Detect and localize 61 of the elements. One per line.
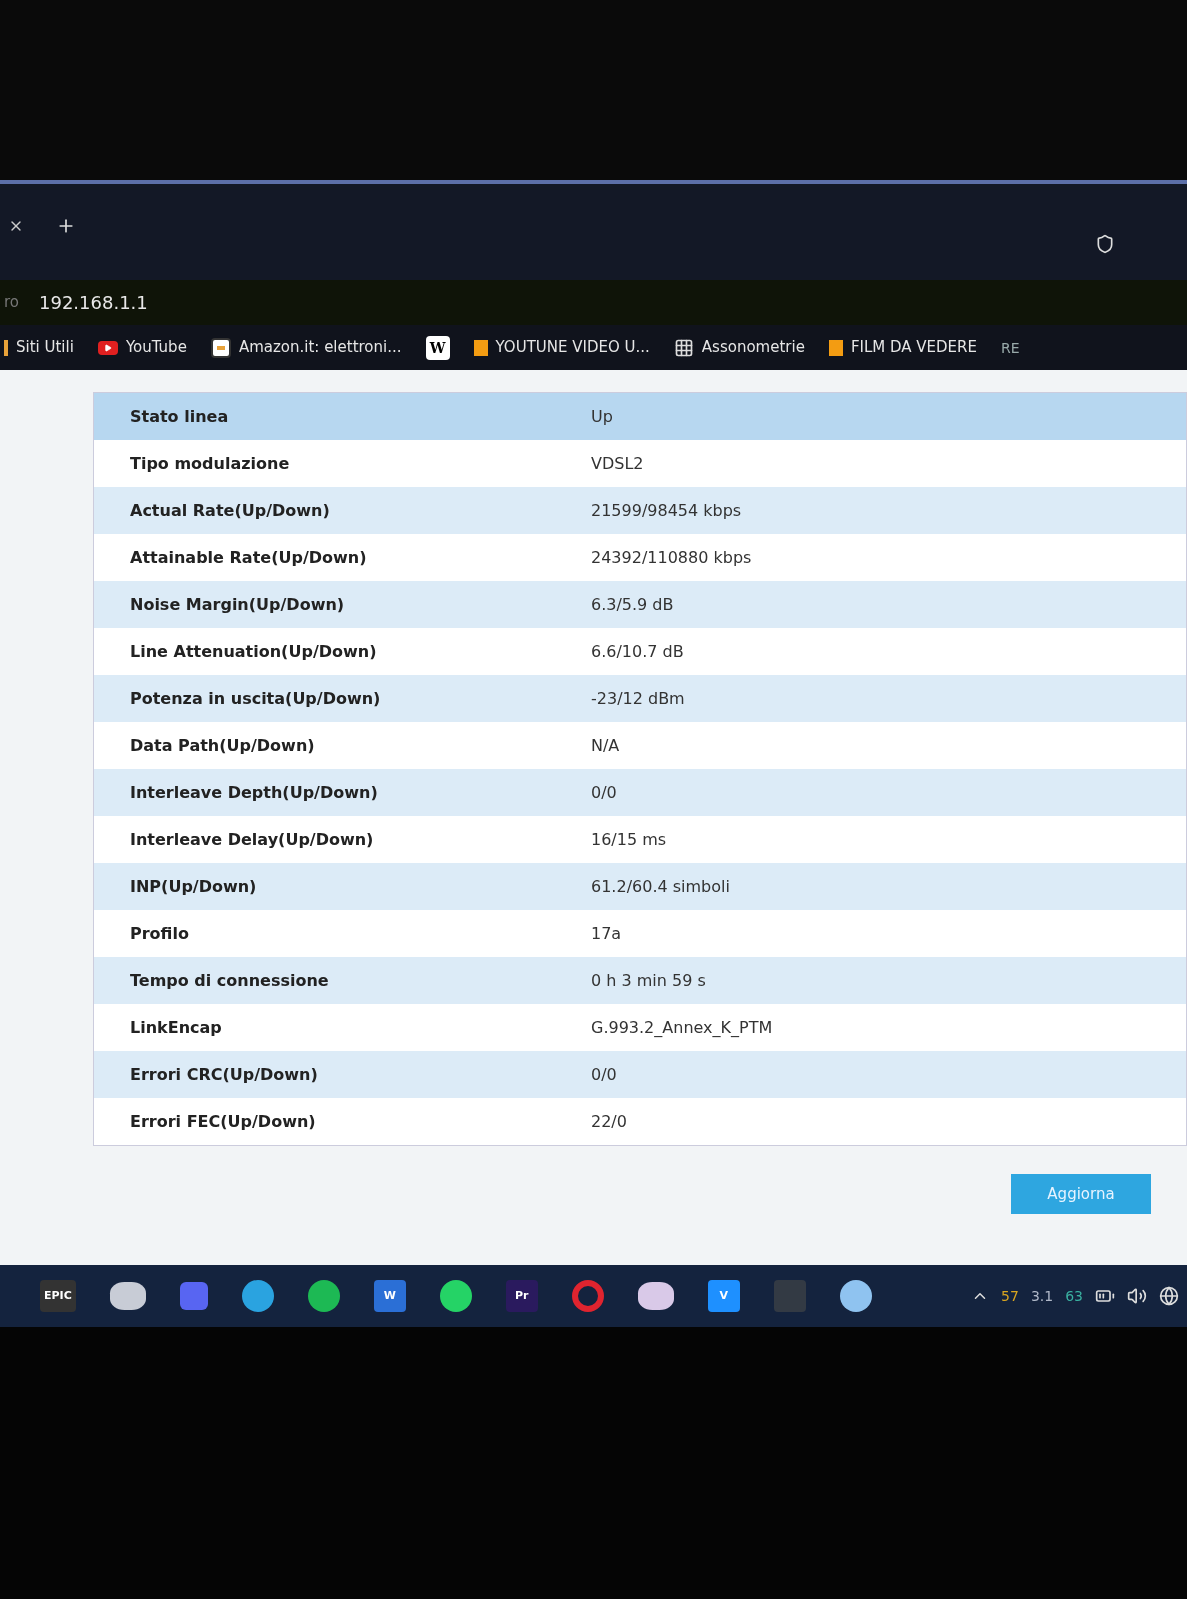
bookmark-link[interactable]: YouTube: [125, 336, 187, 359]
row-value: G.993.2_Annex_K_PTM: [591, 1016, 773, 1039]
app-icon[interactable]: [637, 1282, 674, 1310]
page-icon: [473, 339, 488, 356]
app-icon[interactable]: [439, 1280, 472, 1312]
row-value: 0 h 3 min 59 s: [591, 969, 706, 992]
row-label: Tempo di connessione: [129, 969, 330, 992]
row-value: 24392/110880 kbps: [591, 546, 752, 569]
row-label: Interleave Delay(Up/Down): [129, 828, 375, 851]
bookmark-link[interactable]: Assonometrie: [701, 336, 805, 359]
row-label: Line Attenuation(Up/Down): [129, 640, 378, 663]
wiki-bookmark[interactable]: W: [425, 335, 450, 360]
tray-reading: 63: [1065, 1287, 1083, 1306]
tray-reading: 57: [1001, 1287, 1019, 1306]
bookmark-link[interactable]: YOUTUNE VIDEO U...: [495, 336, 650, 359]
app-icon[interactable]: [241, 1280, 274, 1312]
globe-icon[interactable]: [1159, 1286, 1179, 1306]
row-label: Data Path(Up/Down): [129, 734, 316, 757]
row-value: N/A: [591, 734, 620, 757]
row-label: Interleave Depth(Up/Down): [129, 781, 379, 804]
row-label: Stato linea: [129, 405, 230, 428]
app-icon[interactable]: [307, 1280, 340, 1312]
row-label: Attainable Rate(Up/Down): [129, 546, 368, 569]
row-value: 6.6/10.7 dB: [591, 640, 684, 663]
app-icon[interactable]: W: [373, 1280, 406, 1312]
row-value: 0/0: [591, 781, 617, 804]
row-value: 22/0: [591, 1110, 627, 1133]
bookmark-link[interactable]: Amazon.it: elettroni...: [238, 336, 402, 359]
row-value: 21599/98454 kbps: [591, 499, 742, 522]
app-icon[interactable]: EPIC: [40, 1280, 76, 1312]
grid-icon: [673, 337, 694, 358]
bookmark-link[interactable]: Siti Utili: [16, 336, 74, 359]
row-value: 6.3/5.9 dB: [591, 593, 674, 616]
address-label: ro: [4, 292, 19, 314]
tray-reading: 3.1: [1030, 1287, 1054, 1306]
row-label: Actual Rate(Up/Down): [129, 499, 331, 522]
row-value: VDSL2: [591, 452, 644, 475]
row-label: Potenza in uscita(Up/Down): [129, 687, 382, 710]
app-icon[interactable]: Pr: [505, 1280, 538, 1312]
row-label: Errori FEC(Up/Down): [129, 1110, 317, 1133]
volume-icon[interactable]: [1127, 1286, 1147, 1306]
row-label: Tipo modulazione: [129, 452, 291, 475]
app-icon[interactable]: [109, 1282, 146, 1310]
row-label: LinkEncap: [129, 1016, 223, 1039]
bookmark-link[interactable]: FILM DA VEDERE: [850, 336, 977, 359]
play-icon: [97, 340, 118, 355]
row-value: 16/15 ms: [591, 828, 667, 851]
address-field[interactable]: 192.168.1.1: [39, 288, 148, 317]
row-label: Errori CRC(Up/Down): [129, 1063, 319, 1086]
bookmark-link[interactable]: RE: [1001, 337, 1020, 358]
row-label: INP(Up/Down): [129, 875, 258, 898]
app-icon[interactable]: [839, 1280, 872, 1312]
row-value: Up: [591, 405, 613, 428]
row-value: 61.2/60.4 simboli: [591, 875, 730, 898]
row-label: Profilo: [129, 922, 190, 945]
row-value: 17a: [591, 922, 622, 945]
shield-icon[interactable]: [1095, 234, 1115, 254]
page-icon: [828, 339, 843, 356]
row-value: -23/12 dBm: [591, 687, 685, 710]
row-value: 0/0: [591, 1063, 617, 1086]
row-label: Noise Margin(Up/Down): [129, 593, 346, 616]
